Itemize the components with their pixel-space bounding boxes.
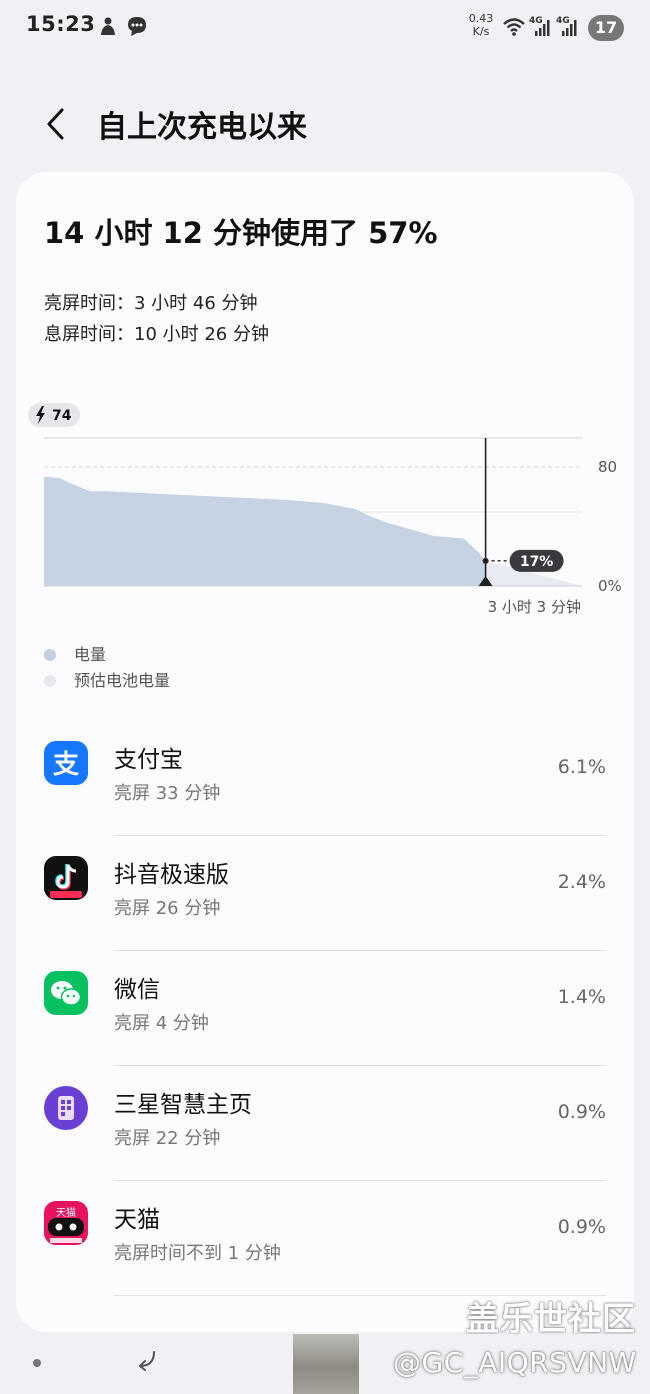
avatar-thumbnail — [293, 1334, 359, 1394]
usage-summary: 14 小时 12 分钟使用了 57% — [44, 216, 438, 250]
battery-area — [44, 476, 486, 586]
message-icon — [128, 17, 146, 36]
navigation-bar: @GC_AIQRSVNW — [0, 1334, 650, 1394]
battery-chart[interactable]: 80 0% 74 17% 3 小时 3 分钟 — [0, 390, 650, 630]
nav-back-icon[interactable] — [132, 1346, 160, 1374]
wechat-icon — [44, 971, 88, 1015]
network-speed-value: 0.43 — [468, 12, 494, 25]
app-percent: 2.4% — [557, 871, 606, 893]
app-name: 三星智慧主页 — [114, 1092, 252, 1118]
legend-dot — [44, 649, 56, 661]
remaining-time: 3 小时 3 分钟 — [488, 598, 581, 616]
y-tick-80: 80 — [598, 458, 617, 476]
legend-label: 预估电池电量 — [74, 671, 171, 690]
battery-level-badge: 17 — [588, 15, 624, 41]
status-bar: 15:23 0.43 K/s 4G 4G 17 — [0, 0, 650, 56]
app-name: 抖音极速版 — [114, 862, 229, 888]
app-row-alipay[interactable]: 支 支付宝 亮屏 33 分钟 6.1% — [16, 721, 634, 836]
signal-icon-1: 4G — [529, 16, 550, 36]
alipay-icon: 支 — [44, 741, 88, 785]
back-button[interactable] — [38, 104, 78, 144]
status-time: 15:23 — [26, 12, 96, 36]
signal-2-label: 4G — [556, 16, 570, 26]
page-title: 自上次充电以来 — [97, 110, 307, 145]
legend-forecast: 预估电池电量 — [44, 667, 170, 691]
screen-on-time: 亮屏时间：3 小时 46 分钟 — [44, 293, 258, 314]
legend-label: 电量 — [74, 645, 107, 664]
app-usage: 亮屏 22 分钟 — [114, 1128, 221, 1149]
app-usage: 亮屏 33 分钟 — [114, 783, 221, 804]
app-usage: 亮屏 26 分钟 — [114, 898, 221, 919]
screen-off-time: 息屏时间：10 小时 26 分钟 — [44, 324, 269, 345]
recents-button[interactable] — [33, 1359, 41, 1367]
app-notification-icon — [101, 17, 115, 35]
chevron-left-icon — [47, 108, 64, 140]
y-tick-0: 0% — [598, 577, 622, 595]
samsung-free-icon — [44, 1086, 88, 1130]
svg-text:天猫: 天猫 — [56, 1206, 76, 1219]
network-speed: 0.43 K/s — [466, 12, 496, 38]
user-watermark: @GC_AIQRSVNW — [393, 1346, 637, 1379]
app-usage: 亮屏时间不到 1 分钟 — [114, 1243, 281, 1264]
app-row-samsung-free[interactable]: 三星智慧主页 亮屏 22 分钟 0.9% — [16, 1066, 634, 1181]
app-percent: 0.9% — [557, 1216, 606, 1238]
tmall-icon: 天猫 — [44, 1201, 88, 1245]
signal-icon-2: 4G — [556, 16, 577, 36]
network-speed-unit: K/s — [472, 25, 490, 38]
app-percent: 1.4% — [557, 986, 606, 1008]
app-name: 支付宝 — [114, 747, 183, 773]
app-row-tmall[interactable]: 天猫 天猫 亮屏时间不到 1 分钟 0.9% — [16, 1181, 634, 1296]
app-percent: 6.1% — [557, 756, 606, 778]
douyin-lite-icon — [44, 856, 88, 900]
start-level-label: 74 — [28, 403, 80, 427]
current-level-dot — [482, 557, 489, 564]
svg-text:支: 支 — [53, 750, 79, 780]
current-level-value: 17% — [520, 554, 554, 570]
start-level-value: 74 — [52, 408, 72, 424]
app-row-wechat[interactable]: 微信 亮屏 4 分钟 1.4% — [16, 951, 634, 1066]
site-watermark: 盖乐世社区 — [466, 1299, 636, 1338]
signal-1-label: 4G — [529, 16, 543, 26]
legend-battery: 电量 — [44, 641, 106, 665]
app-name: 微信 — [114, 977, 160, 1003]
legend-dot — [44, 675, 56, 687]
app-percent: 0.9% — [557, 1101, 606, 1123]
app-name: 天猫 — [114, 1207, 160, 1233]
app-row-douyin-lite[interactable]: 抖音极速版 亮屏 26 分钟 2.4% — [16, 836, 634, 951]
app-usage: 亮屏 4 分钟 — [114, 1013, 209, 1034]
current-level-pill: 17% — [509, 549, 564, 572]
wifi-icon — [503, 18, 525, 36]
